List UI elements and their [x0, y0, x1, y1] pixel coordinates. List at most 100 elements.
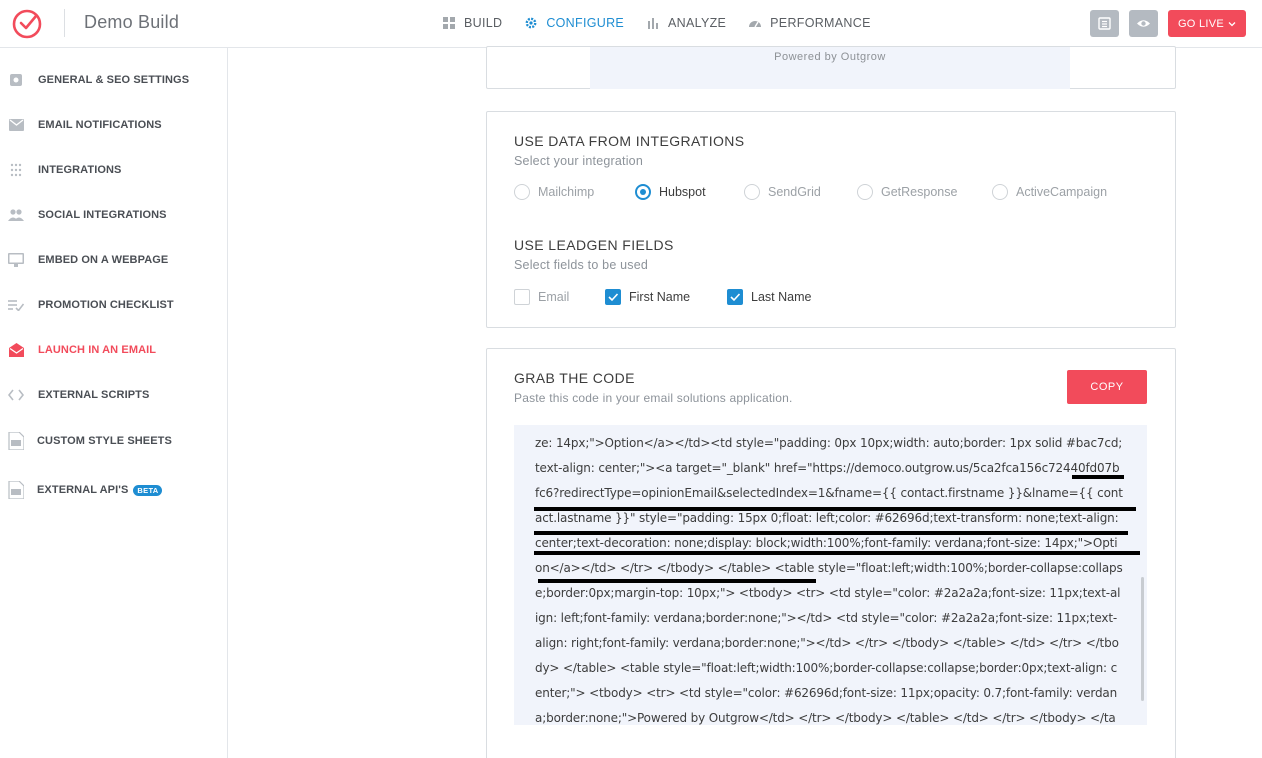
top-bar: Demo Build BUILD CONFIGURE ANALYZE PERFO…	[0, 0, 1262, 48]
sidebar-item-label: EMBED ON A WEBPAGE	[38, 254, 169, 266]
sidebar-item-label: GENERAL & SEO SETTINGS	[38, 74, 190, 86]
radio-mailchimp[interactable]: Mailchimp	[514, 184, 594, 200]
radio-label: Mailchimp	[538, 185, 595, 199]
app-title: Demo Build	[84, 12, 180, 32]
radio-circle	[992, 184, 1008, 200]
go-live-button[interactable]: GO LIVE	[1168, 10, 1246, 37]
book-icon	[1098, 17, 1111, 30]
sidebar: GENERAL & SEO SETTINGS EMAIL NOTIFICATIO…	[0, 48, 228, 758]
sidebar-item-label: CUSTOM STYLE SHEETS	[37, 435, 172, 447]
sidebar-item-integrations[interactable]: INTEGRATIONS	[0, 158, 226, 182]
logo-divider	[64, 9, 65, 37]
checkbox-label: Email	[538, 290, 570, 304]
integrations-subtitle: Select your integration	[514, 154, 643, 168]
code-content: none;text-align: center;text-decoration:…	[535, 436, 1123, 725]
nav-configure-label: CONFIGURE	[546, 16, 625, 30]
main-nav: BUILD CONFIGURE ANALYZE PERFORMANCE	[442, 16, 893, 30]
sidebar-item-social-integrations[interactable]: SOCIAL INTEGRATIONS	[0, 203, 226, 227]
sidebar-item-label: EMAIL NOTIFICATIONS	[38, 119, 162, 131]
code-icon	[8, 387, 24, 403]
preview-button[interactable]	[1129, 10, 1158, 37]
sidebar-item-label: PROMOTION CHECKLIST	[38, 299, 174, 311]
checkbox-label: First Name	[629, 290, 691, 304]
checkbox-email[interactable]: Email	[514, 289, 569, 305]
radio-circle	[514, 184, 530, 200]
integrations-card: USE DATA FROM INTEGRATIONS Select your i…	[486, 111, 1176, 328]
gear-icon	[525, 17, 537, 29]
templates-button[interactable]	[1090, 10, 1119, 37]
check-icon	[730, 293, 741, 302]
nav-build[interactable]: BUILD	[442, 16, 502, 30]
settings-icon	[8, 72, 24, 88]
sidebar-item-promotion-checklist[interactable]: PROMOTION CHECKLIST	[0, 293, 226, 317]
radio-getresponse[interactable]: GetResponse	[857, 184, 957, 200]
sidebar-item-external-scripts[interactable]: EXTERNAL SCRIPTS	[0, 383, 226, 407]
sidebar-item-label: INTEGRATIONS	[38, 164, 122, 176]
bar-chart-icon	[648, 18, 659, 29]
nav-configure[interactable]: CONFIGURE	[524, 16, 624, 30]
annotation-underline	[534, 507, 1136, 511]
radio-label: SendGrid	[768, 185, 821, 199]
checklist-icon	[8, 297, 24, 313]
grab-code-card: GRAB THE CODE Paste this code in your em…	[486, 348, 1176, 758]
build-icon	[443, 17, 455, 29]
annotation-underline	[538, 579, 816, 583]
nav-build-label: BUILD	[464, 16, 503, 30]
radio-activecampaign[interactable]: ActiveCampaign	[992, 184, 1107, 200]
main-content: Powered by Outgrow USE DATA FROM INTEGRA…	[229, 46, 1262, 758]
grab-code-title: GRAB THE CODE	[514, 370, 635, 386]
checkbox-box-checked	[605, 289, 621, 305]
sidebar-item-launch-email[interactable]: LAUNCH IN AN EMAIL	[0, 338, 226, 362]
preview-card: Powered by Outgrow	[486, 46, 1176, 89]
sidebar-item-email-notifications[interactable]: EMAIL NOTIFICATIONS	[0, 113, 226, 137]
grid-icon	[8, 162, 24, 178]
radio-circle-selected	[635, 184, 651, 200]
nav-analyze[interactable]: ANALYZE	[646, 16, 726, 30]
css-file-icon	[8, 432, 24, 450]
chevron-down-icon	[1228, 21, 1236, 26]
gauge-icon	[749, 21, 762, 28]
radio-hubspot[interactable]: Hubspot	[635, 184, 706, 200]
radio-circle	[744, 184, 760, 200]
nav-performance[interactable]: PERFORMANCE	[748, 16, 871, 30]
powered-by-text: Powered by Outgrow	[774, 51, 886, 63]
nav-analyze-label: ANALYZE	[668, 16, 727, 30]
radio-label: Hubspot	[659, 185, 706, 199]
radio-label: GetResponse	[881, 185, 958, 199]
nav-performance-label: PERFORMANCE	[770, 16, 871, 30]
sidebar-item-embed-webpage[interactable]: EMBED ON A WEBPAGE	[0, 248, 226, 272]
leadgen-subtitle: Select fields to be used	[514, 258, 649, 272]
code-textarea[interactable]: none;text-align: center;text-decoration:…	[514, 425, 1147, 725]
sidebar-item-external-apis[interactable]: EXTERNAL API'S BETA	[0, 478, 226, 502]
api-file-icon	[8, 481, 24, 499]
sidebar-item-general-seo[interactable]: GENERAL & SEO SETTINGS	[0, 68, 226, 92]
check-icon	[608, 293, 619, 302]
annotation-underline	[1072, 475, 1124, 479]
annotation-underline	[534, 531, 1128, 535]
beta-badge: BETA	[133, 484, 163, 496]
radio-circle	[857, 184, 873, 200]
radio-label: ActiveCampaign	[1016, 185, 1108, 199]
radio-sendgrid[interactable]: SendGrid	[744, 184, 821, 200]
integrations-title: USE DATA FROM INTEGRATIONS	[514, 133, 745, 149]
outgrow-logo-icon[interactable]	[11, 8, 43, 40]
checkbox-box	[514, 289, 530, 305]
sidebar-item-label: LAUNCH IN AN EMAIL	[38, 344, 157, 356]
eye-icon	[1137, 20, 1150, 27]
sidebar-item-custom-style-sheets[interactable]: CUSTOM STYLE SHEETS	[0, 429, 226, 453]
open-mail-icon	[8, 342, 24, 358]
go-live-label: GO LIVE	[1177, 17, 1225, 30]
checkbox-box-checked	[727, 289, 743, 305]
checkbox-label: Last Name	[751, 290, 812, 304]
sidebar-item-label: EXTERNAL API'S BETA	[37, 484, 163, 496]
code-scrollbar[interactable]	[1141, 577, 1144, 701]
sidebar-item-label: EXTERNAL SCRIPTS	[38, 389, 150, 401]
checkbox-first-name[interactable]: First Name	[605, 289, 690, 305]
annotation-underline	[534, 551, 1140, 555]
grab-code-subtitle: Paste this code in your email solutions …	[514, 391, 793, 405]
checkbox-last-name[interactable]: Last Name	[727, 289, 811, 305]
monitor-icon	[8, 252, 24, 268]
mail-icon	[8, 117, 24, 133]
preview-strip: Powered by Outgrow	[590, 47, 1070, 89]
copy-button[interactable]: COPY	[1067, 370, 1147, 404]
